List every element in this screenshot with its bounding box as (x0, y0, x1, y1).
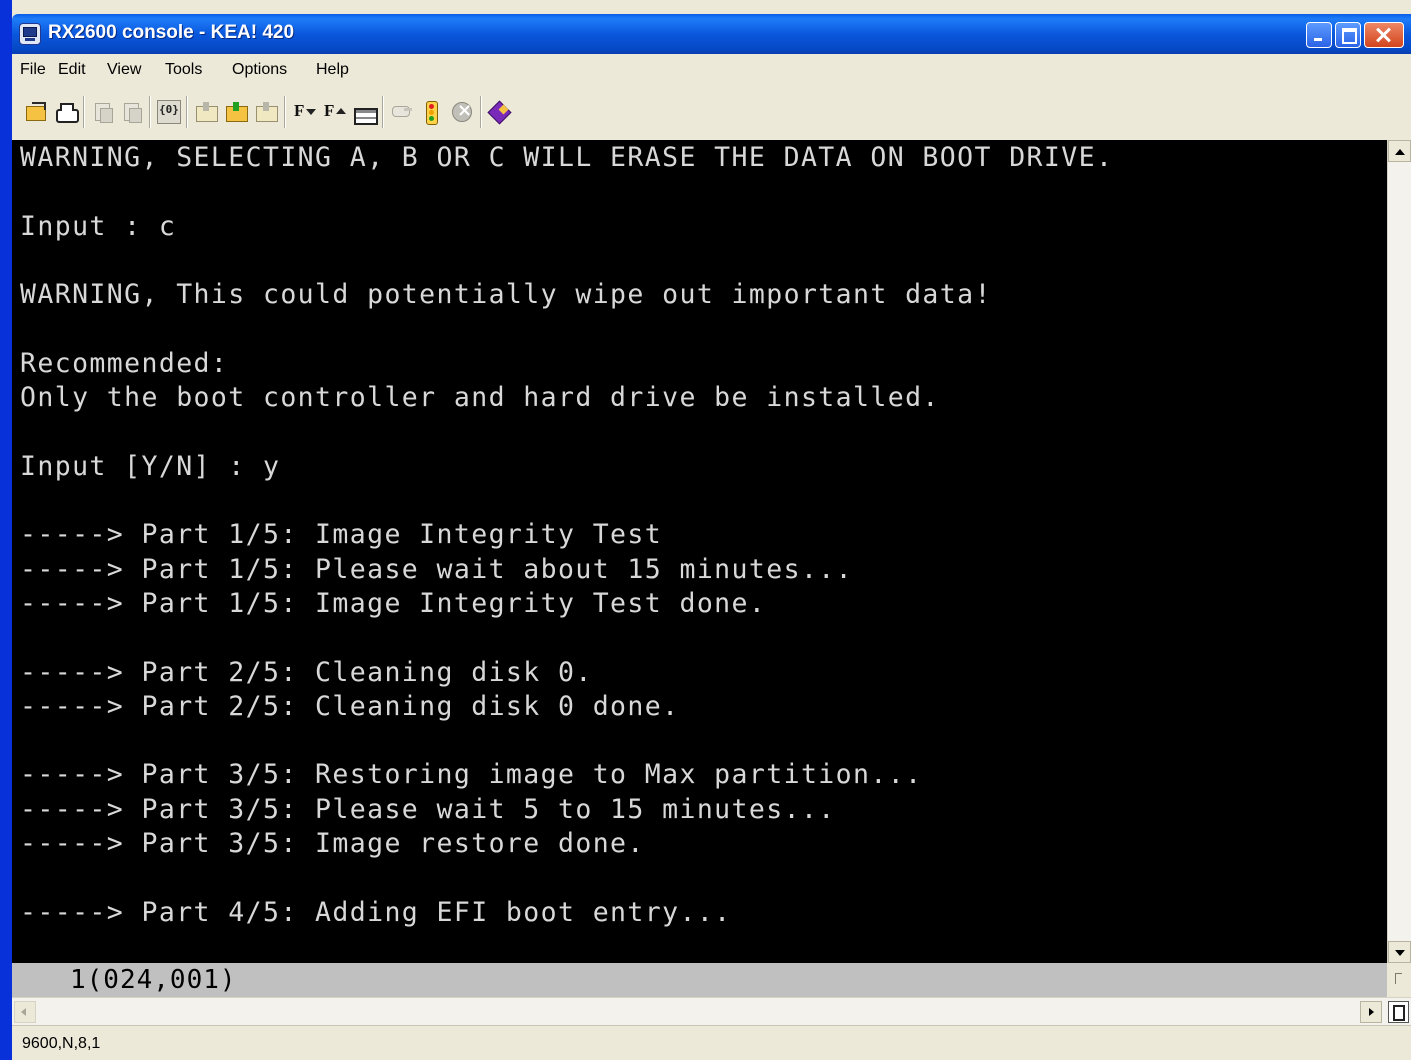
toolbar-separator (83, 96, 85, 128)
open-icon[interactable] (24, 100, 48, 124)
print-icon[interactable] (54, 100, 79, 124)
console-app-icon[interactable] (19, 23, 41, 45)
menu-options[interactable]: Options (232, 61, 287, 79)
menu-view[interactable]: View (107, 61, 141, 79)
pointer-icon[interactable] (390, 100, 414, 124)
terminal-line: Recommended: (20, 347, 229, 379)
cursor-position: 1(024,001) (70, 965, 237, 995)
folder-icon[interactable] (254, 100, 278, 124)
font-down-label: F (294, 101, 305, 120)
toolbar-separator (186, 96, 188, 128)
monitor-icon[interactable] (157, 100, 181, 124)
cursor-position-bar: 1(024,001) (12, 963, 1387, 997)
terminal-line: WARNING, SELECTING A, B OR C WILL ERASE … (20, 142, 1114, 173)
terminal-line: -----> Part 2/5: Cleaning disk 0. (20, 656, 593, 688)
console-window: RX2600 console - KEA! 420 File Edit View… (0, 0, 1411, 1060)
terminal-line: -----> Part 4/5: Adding EFI boot entry..… (20, 896, 732, 928)
scroll-left-button[interactable] (14, 1001, 36, 1023)
folder-icon[interactable] (194, 100, 218, 124)
book-icon[interactable] (488, 100, 512, 124)
keyboard-icon[interactable] (352, 100, 378, 125)
menu-tools[interactable]: Tools (165, 61, 202, 79)
toolbar-separator (284, 96, 286, 128)
vertical-scrollbar[interactable] (1387, 140, 1411, 963)
font-up-icon[interactable]: F (322, 100, 346, 124)
terminal-line: Only the boot controller and hard drive … (20, 382, 940, 414)
toolbar-separator (480, 96, 482, 128)
scroll-down-button[interactable] (1388, 941, 1411, 963)
terminal-line: WARNING, This could potentially wipe out… (20, 279, 992, 311)
menu-bar: File Edit View Tools Options Help (12, 54, 1411, 86)
serial-settings: 9600,N,8,1 (22, 1035, 101, 1052)
title-bar[interactable]: RX2600 console - KEA! 420 (12, 14, 1411, 54)
paste-icon[interactable] (120, 100, 144, 124)
font-up-label: F (324, 101, 335, 120)
scroll-right-button[interactable] (1360, 1001, 1382, 1023)
upload-folder-icon[interactable] (224, 100, 248, 124)
terminal-line: -----> Part 1/5: Image Integrity Test (20, 519, 663, 551)
maximize-button[interactable] (1335, 22, 1361, 48)
window-title: RX2600 console - KEA! 420 (48, 22, 295, 43)
menu-help[interactable]: Help (316, 61, 349, 79)
toolbar-separator (149, 96, 151, 128)
scroll-corner (1387, 963, 1411, 997)
toolbar: F F (12, 86, 1411, 140)
terminal-line: -----> Part 3/5: Restoring image to Max … (20, 759, 923, 791)
menu-file[interactable]: File (20, 61, 46, 79)
close-button[interactable] (1364, 22, 1404, 48)
terminal-line: -----> Part 3/5: Image restore done. (20, 828, 645, 859)
menu-edit[interactable]: Edit (58, 61, 86, 79)
terminal-line: Input : c (20, 210, 177, 242)
terminal-line: -----> Part 1/5: Image Integrity Test do… (20, 587, 767, 619)
page-icon[interactable] (1388, 1001, 1409, 1023)
terminal-line: -----> Part 2/5: Cleaning disk 0 done. (20, 690, 680, 722)
minimize-button[interactable] (1306, 22, 1332, 48)
signal-icon[interactable] (420, 100, 444, 125)
status-bar: 9600,N,8,1 (12, 1025, 1411, 1060)
stop-icon[interactable] (450, 100, 474, 124)
font-down-icon[interactable]: F (292, 100, 316, 124)
terminal-line: -----> Part 3/5: Please wait 5 to 15 min… (20, 793, 836, 825)
toolbar-separator (382, 96, 384, 128)
copy-icon[interactable] (91, 100, 115, 124)
horizontal-scrollbar[interactable] (12, 997, 1411, 1025)
terminal-screen[interactable]: WARNING, SELECTING A, B OR C WILL ERASE … (12, 140, 1387, 963)
terminal-line: -----> Part 1/5: Please wait about 15 mi… (20, 553, 854, 585)
terminal-line: Input [Y/N] : y (20, 450, 281, 482)
scroll-up-button[interactable] (1388, 140, 1411, 162)
